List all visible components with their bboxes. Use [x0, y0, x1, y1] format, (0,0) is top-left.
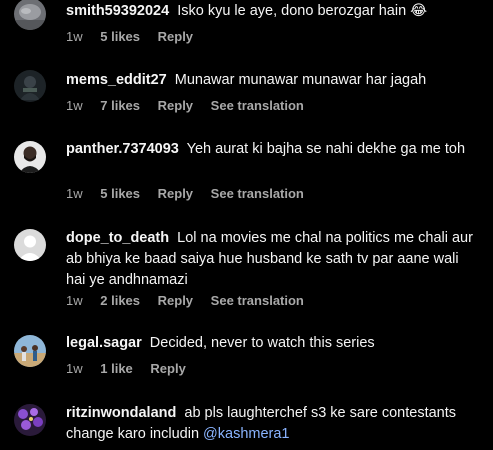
comment-item: smith59392024 Isko kyu le aye, dono bero… [0, 0, 493, 60]
avatar[interactable] [14, 141, 46, 173]
comment-time: 1w [66, 186, 83, 201]
avatar[interactable] [14, 229, 46, 261]
likes-count[interactable]: 1 like [100, 361, 133, 376]
reply-button[interactable]: Reply [158, 186, 193, 201]
mention-link[interactable]: @kashmera1 [203, 426, 289, 442]
comment-text: Munawar munawar munawar har jagah [174, 72, 427, 88]
see-translation-button[interactable]: See translation [211, 293, 304, 308]
comment-meta: 1w 5 likes Reply [66, 29, 207, 44]
likes-count[interactable]: 5 likes [100, 186, 140, 201]
comment-time: 1w [66, 361, 83, 376]
reply-button[interactable]: Reply [158, 293, 193, 308]
comment-meta: 1w 5 likes Reply See translation [66, 186, 318, 201]
avatar[interactable] [14, 70, 46, 102]
grey-blob-avatar-icon [14, 0, 46, 30]
comment-item: mems_eddit27 Munawar munawar munawar har… [0, 60, 493, 128]
see-translation-button[interactable]: See translation [211, 186, 304, 201]
see-translation-button[interactable]: See translation [211, 98, 304, 113]
comment-meta: 1w 7 likes Reply See translation [66, 98, 318, 113]
purple-flowers-avatar-icon [14, 404, 46, 436]
avatar[interactable] [14, 404, 46, 436]
likes-count[interactable]: 7 likes [100, 98, 140, 113]
comment-item: legal.sagar Decided, never to watch this… [0, 326, 493, 398]
comment-item: dope_to_death Lol na movies me chal na p… [0, 220, 493, 326]
comment-username[interactable]: legal.sagar [66, 335, 142, 351]
avatar[interactable] [14, 0, 46, 30]
comment-username[interactable]: panther.7374093 [66, 141, 179, 157]
likes-count[interactable]: 5 likes [100, 29, 140, 44]
comment-item: ritzinwondaland ab pls laughterchef s3 k… [0, 398, 493, 450]
dark-figure-avatar-icon [14, 70, 46, 102]
comment-body: dope_to_death Lol na movies me chal na p… [66, 228, 473, 291]
comment-text: Yeh aurat ki bajha se nahi dekhe ga me t… [186, 141, 466, 157]
default-avatar-icon [14, 229, 46, 261]
avatar[interactable] [14, 335, 46, 367]
comment-text: Isko kyu le aye, dono berozgar hain 😂 [177, 3, 428, 19]
bearded-man-avatar-icon [14, 141, 46, 173]
outdoor-people-avatar-icon [14, 335, 46, 367]
comment-meta: 1w 1 like Reply [66, 361, 200, 376]
comment-time: 1w [66, 293, 83, 308]
comment-username[interactable]: ritzinwondaland [66, 405, 176, 421]
comment-item: panther.7374093 Yeh aurat ki bajha se na… [0, 128, 493, 220]
reply-button[interactable]: Reply [158, 98, 193, 113]
comment-body: panther.7374093 Yeh aurat ki bajha se na… [66, 139, 473, 160]
reply-button[interactable]: Reply [150, 361, 185, 376]
comment-time: 1w [66, 98, 83, 113]
comment-username[interactable]: dope_to_death [66, 230, 169, 246]
comment-meta: 1w 2 likes Reply See translation [66, 293, 318, 308]
comment-username[interactable]: mems_eddit27 [66, 72, 167, 88]
comment-time: 1w [66, 29, 83, 44]
comment-text: Decided, never to watch this series [149, 335, 375, 351]
comment-username[interactable]: smith59392024 [66, 3, 169, 19]
comment-body: mems_eddit27 Munawar munawar munawar har… [66, 70, 473, 91]
comment-body: smith59392024 Isko kyu le aye, dono bero… [66, 1, 473, 22]
comment-body: ritzinwondaland ab pls laughterchef s3 k… [66, 403, 473, 445]
comment-body: legal.sagar Decided, never to watch this… [66, 333, 473, 354]
reply-button[interactable]: Reply [158, 29, 193, 44]
likes-count[interactable]: 2 likes [100, 293, 140, 308]
